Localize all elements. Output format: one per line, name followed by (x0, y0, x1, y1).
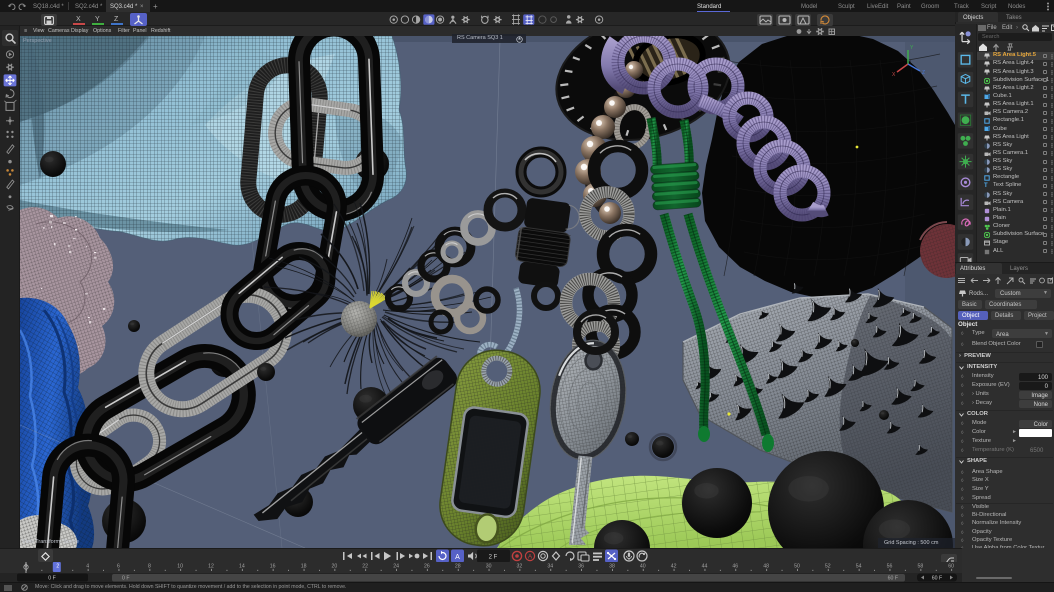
svg-text:18: 18 (301, 564, 307, 570)
svg-text:0 F: 0 F (48, 576, 56, 582)
svg-text:16: 16 (270, 564, 276, 570)
svg-text:44: 44 (702, 564, 708, 570)
svg-text:30: 30 (486, 564, 492, 570)
svg-text:24: 24 (393, 564, 399, 570)
svg-text:22: 22 (362, 564, 368, 570)
svg-text:58: 58 (918, 564, 924, 570)
svg-text:4: 4 (86, 564, 89, 570)
svg-text:28: 28 (455, 564, 461, 570)
svg-text:38: 38 (609, 564, 615, 570)
svg-text:40: 40 (640, 564, 646, 570)
svg-text:12: 12 (208, 564, 214, 570)
svg-text:20: 20 (332, 564, 338, 570)
svg-text:42: 42 (671, 564, 677, 570)
svg-text:60 F: 60 F (888, 576, 898, 582)
svg-text:2 F: 2 F (489, 555, 498, 561)
svg-text:A: A (528, 554, 533, 561)
svg-text:60 F: 60 F (932, 576, 942, 582)
svg-text:2: 2 (56, 564, 59, 570)
svg-text:56: 56 (887, 564, 893, 570)
svg-text:6: 6 (117, 564, 120, 570)
svg-text:8: 8 (148, 564, 151, 570)
svg-text:60: 60 (948, 564, 954, 570)
svg-text:50: 50 (794, 564, 800, 570)
svg-text:32: 32 (517, 564, 523, 570)
svg-text:54: 54 (856, 564, 862, 570)
svg-text:52: 52 (825, 564, 831, 570)
svg-text:0 F: 0 F (122, 576, 130, 582)
svg-text:26: 26 (424, 564, 430, 570)
svg-text:14: 14 (239, 564, 245, 570)
svg-text:Z: Z (922, 70, 925, 76)
svg-text:34: 34 (547, 564, 553, 570)
svg-text:36: 36 (578, 564, 584, 570)
svg-text:10: 10 (177, 564, 183, 570)
svg-text:46: 46 (732, 564, 738, 570)
svg-text:A: A (455, 554, 460, 561)
svg-text:48: 48 (763, 564, 769, 570)
